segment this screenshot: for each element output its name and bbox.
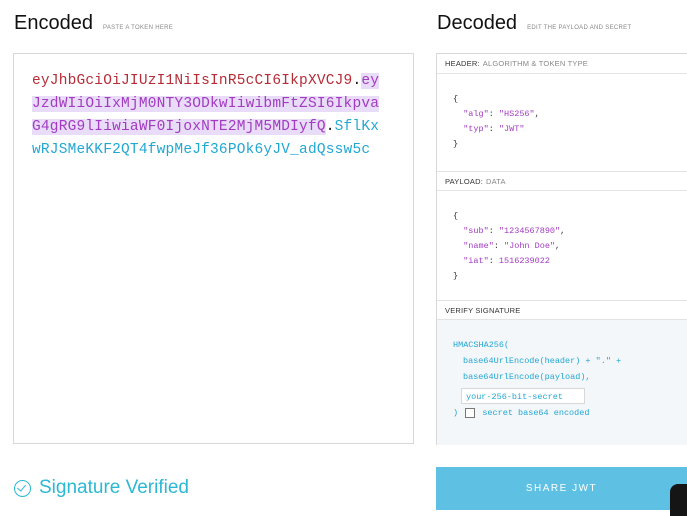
brace-open: {: [453, 211, 459, 221]
iat-value: 1516239022: [498, 256, 550, 266]
sub-key: "sub": [463, 226, 489, 236]
encoded-heading: Encoded PASTE A TOKEN HERE: [14, 12, 173, 35]
verify-label: VERIFY SIGNATURE: [445, 306, 521, 315]
brace-close: }: [453, 271, 459, 281]
payload-section-label: PAYLOAD: DATA: [437, 171, 687, 191]
payload-json-editor[interactable]: { "sub": "1234567890", "name": "John Doe…: [437, 209, 687, 284]
pointer-overlay: [670, 484, 687, 516]
alg-key: "alg": [463, 109, 489, 119]
alg-line: "alg": "HS256",: [463, 109, 540, 119]
encoded-hint: PASTE A TOKEN HERE: [102, 25, 174, 31]
header-sublabel: ALGORITHM & TOKEN TYPE: [482, 59, 589, 68]
token-header-segment: eyJhbGciOiJIUzI1NiIsInR5cCI6IkpXVCJ9: [32, 73, 353, 89]
alg-value: "HS256": [498, 109, 535, 119]
verify-signature-block: HMACSHA256( base64UrlEncode(header) + ".…: [437, 320, 687, 445]
header-section-label: HEADER: ALGORITHM & TOKEN TYPE: [437, 54, 687, 74]
sub-value: "1234567890": [498, 226, 561, 236]
name-line: "name": "John Doe",: [463, 241, 561, 251]
decoded-hint: EDIT THE PAYLOAD AND SECRET: [527, 25, 632, 31]
typ-key: "typ": [463, 124, 489, 134]
header-label: HEADER:: [445, 59, 480, 68]
typ-value: "JWT": [498, 124, 525, 134]
check-circle-icon: [14, 479, 31, 497]
encoded-title: Encoded: [14, 12, 93, 34]
payload-label: PAYLOAD:: [445, 177, 484, 186]
hmac-fn: HMACSHA256(: [453, 340, 510, 350]
iat-key: "iat": [463, 256, 489, 266]
share-jwt-button[interactable]: SHARE JWT: [436, 467, 687, 510]
encoded-token-editor[interactable]: eyJhbGciOiJIUzI1NiIsInR5cCI6IkpXVCJ9.eyJ…: [13, 53, 414, 444]
decoded-panel: HEADER: ALGORITHM & TOKEN TYPE { "alg": "…: [436, 53, 687, 445]
sub-line: "sub": "1234567890",: [463, 226, 566, 236]
name-value: "John Doe": [504, 241, 556, 251]
signature-status: Signature Verified: [14, 477, 189, 499]
decoded-heading: Decoded EDIT THE PAYLOAD AND SECRET: [437, 12, 631, 35]
token-dot: .: [325, 119, 335, 135]
token-text[interactable]: eyJhbGciOiJIUzI1NiIsInR5cCI6IkpXVCJ9.eyJ…: [32, 70, 382, 162]
header-json-editor[interactable]: { "alg": "HS256", "typ": "JWT" }: [437, 92, 687, 152]
verify-close-line: ) secret base64 encoded: [453, 405, 687, 421]
name-key: "name": [463, 241, 494, 251]
secret-input[interactable]: your-256-bit-secret: [461, 388, 585, 404]
verify-section-label: VERIFY SIGNATURE: [437, 300, 687, 320]
decoded-title: Decoded: [437, 12, 518, 34]
verify-line-header: base64UrlEncode(header) + "." +: [463, 356, 622, 366]
base64-checkbox[interactable]: [465, 407, 476, 418]
payload-sublabel: DATA: [486, 177, 506, 186]
iat-line: "iat": 1516239022: [463, 256, 550, 266]
typ-line: "typ": "JWT": [463, 124, 525, 134]
brace-open: {: [453, 94, 459, 104]
verify-line-payload: base64UrlEncode(payload),: [463, 372, 591, 382]
signature-verified-label: Signature Verified: [39, 477, 189, 498]
base64-checkbox-label: secret base64 encoded: [482, 408, 590, 418]
brace-close: }: [453, 139, 459, 149]
verify-close-paren: ): [453, 408, 459, 418]
